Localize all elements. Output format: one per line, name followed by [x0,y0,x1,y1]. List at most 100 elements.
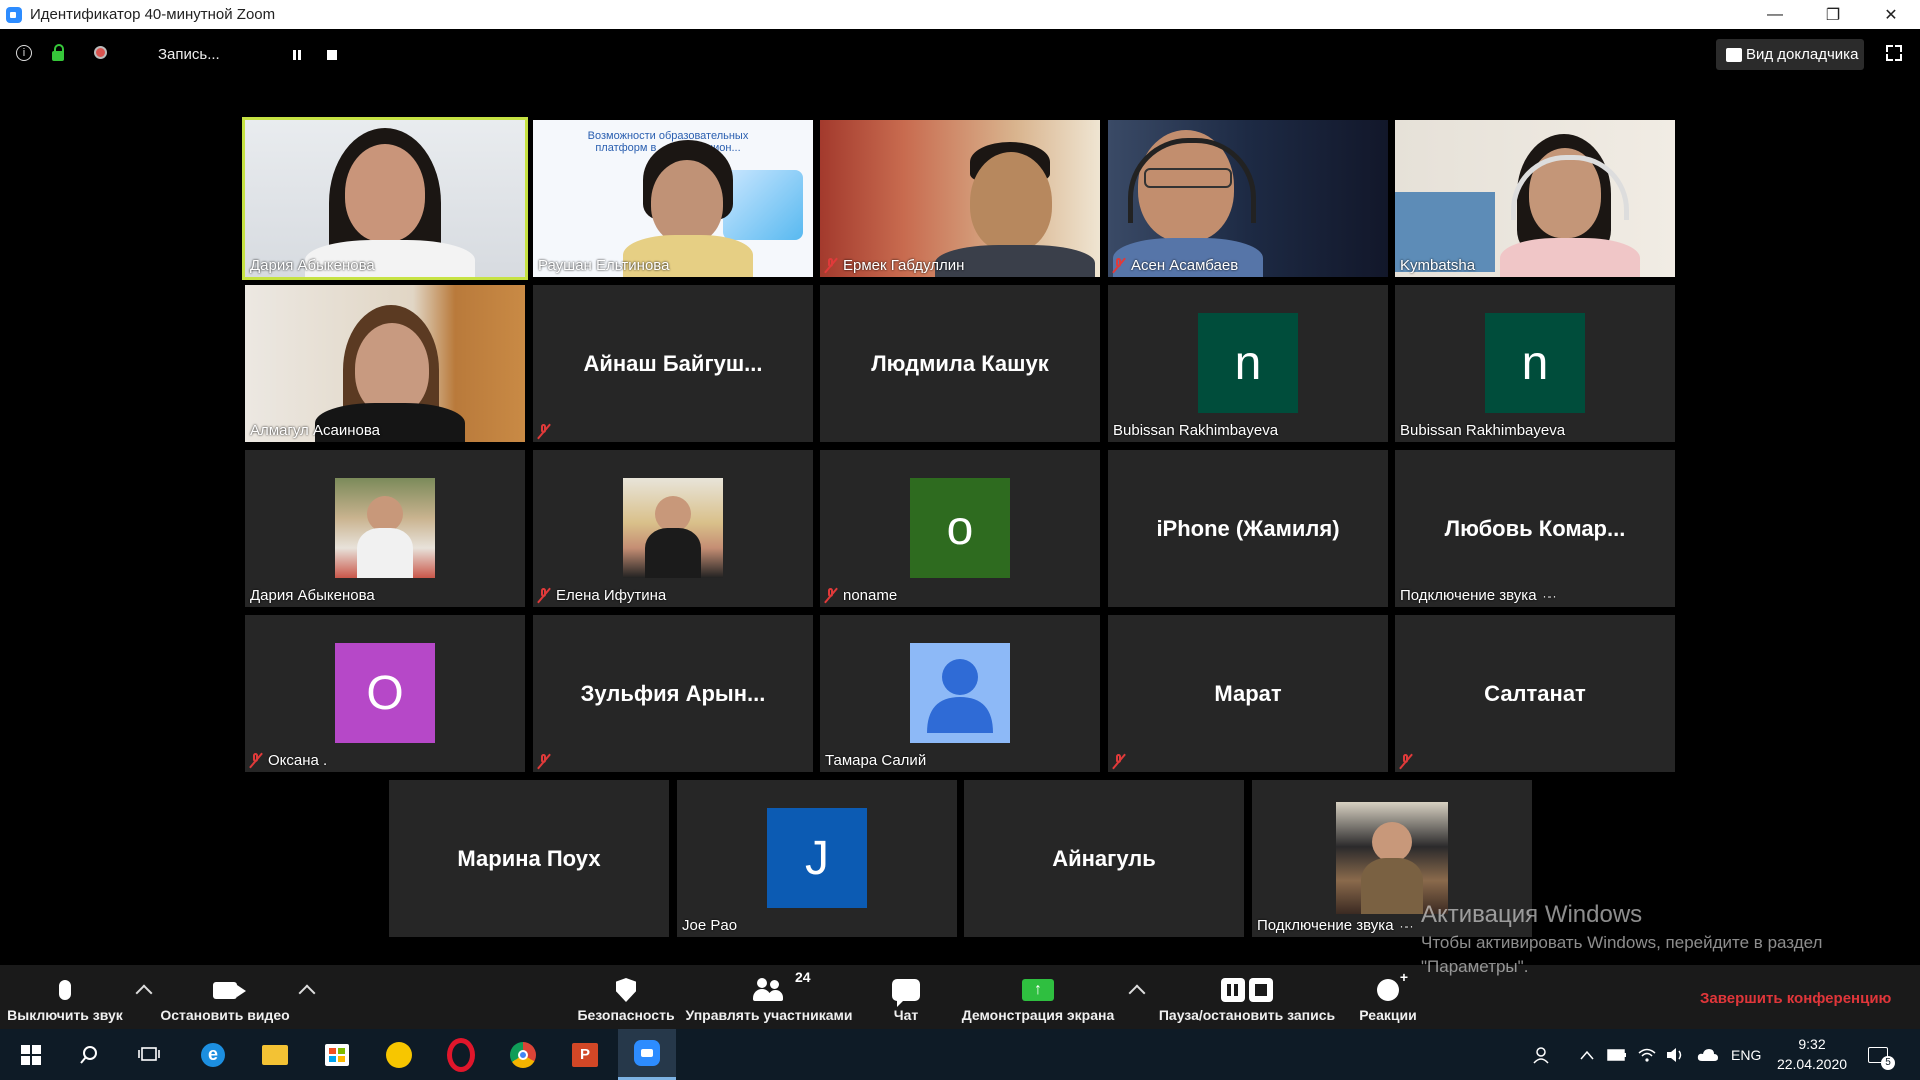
info-icon[interactable]: i [16,45,32,61]
participant-tile[interactable]: Дария Абыкенова [245,450,525,607]
participant-name-label: Joe Pao [682,917,737,934]
reactions-button[interactable]: Реакции [1350,965,1426,1029]
start-button[interactable] [2,1029,60,1080]
security-button[interactable]: Безопасность [577,965,675,1029]
avatar-letter: O [366,666,404,720]
stop-video-button[interactable]: Остановить видео [158,965,292,1029]
meeting-top-bar: i Запись... Вид докладчика [0,29,1920,79]
wifi-tray-icon[interactable] [1638,1029,1656,1080]
participant-tile[interactable]: Людмила Кашук [820,285,1100,442]
audio-options-chevron-icon[interactable] [135,984,153,1002]
language-indicator[interactable]: ENG [1731,1029,1761,1080]
windows-taskbar: e P ENG 9:32 22.04.2020 5 [0,1029,1920,1080]
participant-tile[interactable]: Тамара Салий [820,615,1100,772]
participant-tile[interactable]: iPhone (Жамиля) [1108,450,1388,607]
chrome-app-button[interactable] [494,1029,552,1080]
participant-photo [623,478,723,578]
zoom-logo-icon [6,6,22,23]
participant-tile[interactable]: o noname [820,450,1100,607]
chevron-up-icon [1580,1050,1594,1059]
participant-tile[interactable]: Зульфия Арын... [533,615,813,772]
participant-name-label: Подключение звука ·-· [1400,587,1558,604]
avatar-letter: n [1521,336,1549,390]
participant-name: Дария Абыкенова [250,257,375,274]
recording-label: Запись... [158,46,220,63]
participant-name-label: Подключение звука ·-· [1257,917,1415,934]
powerpoint-icon: P [572,1042,598,1067]
pause-stop-recording-button[interactable]: Пауза/остановить запись [1156,965,1338,1029]
chat-button[interactable]: Чат [870,965,942,1029]
wifi-icon [1638,1048,1656,1062]
participant-name-label [538,754,556,769]
participant-name-label: Bubissan Rakhimbayeva [1400,422,1565,439]
minimize-button[interactable]: — [1746,0,1804,29]
pause-stop-recording-icon [1221,978,1273,1002]
file-explorer-button[interactable] [246,1029,304,1080]
participant-center-name: Марат [1214,680,1282,706]
participant-tile[interactable]: Любовь Комар... Подключение звука ·-· [1395,450,1675,607]
participant-photo [1336,802,1448,914]
participant-center-name: Айнагуль [1052,845,1156,871]
task-view-button[interactable] [120,1029,178,1080]
zoom-app-button[interactable] [618,1029,676,1080]
speaker-view-button[interactable]: Вид докладчика [1716,39,1864,70]
close-button[interactable]: ✕ [1862,0,1920,29]
muted-microphone-icon [1113,754,1125,769]
muted-microphone-icon [538,754,550,769]
participant-name-label: Асен Асамбаев [1113,257,1238,274]
emoji-app-button[interactable] [370,1029,428,1080]
fullscreen-icon[interactable] [1886,45,1902,61]
muted-microphone-icon [538,424,550,439]
participant-tile[interactable]: n Bubissan Rakhimbayeva [1108,285,1388,442]
share-options-chevron-icon[interactable] [1128,984,1146,1002]
battery-tray-icon[interactable] [1607,1029,1627,1080]
connecting-dots-icon: ·-· [1399,918,1415,933]
video-options-chevron-icon[interactable] [298,984,316,1002]
participant-name: Joe Pao [682,917,738,934]
participant-tile[interactable]: Алмагул Асаинова [245,285,525,442]
share-screen-button[interactable]: ↑ Демонстрация экрана [958,965,1118,1029]
participant-tile[interactable]: Айнагуль [964,780,1244,937]
participant-tile[interactable]: Айнаш Байгуш... [533,285,813,442]
stop-recording-icon[interactable] [327,50,337,60]
participant-tile[interactable]: Ермек Габдуллин [820,120,1100,277]
onedrive-tray-icon[interactable] [1697,1029,1719,1080]
end-meeting-button[interactable]: Завершить конференцию [1700,990,1891,1007]
encryption-lock-icon[interactable] [52,44,64,61]
opera-app-button[interactable] [432,1029,490,1080]
participant-tile[interactable]: J Joe Pao [677,780,957,937]
mute-button[interactable]: Выключить звук [0,965,130,1029]
action-center-button[interactable]: 5 [1868,1029,1895,1080]
participants-button[interactable]: 24 Управлять участниками [684,965,854,1029]
participant-tile[interactable]: Марина Поух [389,780,669,937]
store-icon [325,1043,349,1066]
mute-label: Выключить звук [7,1007,123,1023]
people-tray-icon[interactable] [1532,1029,1550,1080]
participant-center-name: Марина Поух [457,845,601,871]
pause-recording-icon[interactable] [292,50,302,60]
zoom-icon [634,1040,660,1066]
restore-button[interactable]: ❐ [1804,0,1862,29]
participant-tile[interactable]: Дария Абыкенова [242,117,528,280]
taskbar-clock[interactable]: 9:32 22.04.2020 [1774,1034,1850,1074]
participant-name: Bubissan Rakhimbayeva [1400,422,1566,439]
participant-tile[interactable]: O Оксана . [245,615,525,772]
search-button[interactable] [60,1029,118,1080]
participant-tile[interactable]: Kymbatsha [1395,120,1675,277]
participant-name: Kymbatsha [1400,257,1476,274]
participant-tile[interactable]: Марат [1108,615,1388,772]
participant-name-label [1113,754,1131,769]
edge-app-button[interactable]: e [184,1029,242,1080]
volume-tray-icon[interactable] [1666,1029,1686,1080]
participant-tile[interactable]: Возможности образовательных платформ в .… [533,120,813,277]
show-hidden-icons-chevron[interactable] [1580,1029,1594,1080]
participant-tile[interactable]: Асен Асамбаев [1108,120,1388,277]
participant-tile[interactable]: Салтанат [1395,615,1675,772]
participant-tile[interactable]: Елена Ифутина [533,450,813,607]
reactions-icon [1377,969,1408,1001]
participant-tile[interactable]: n Bubissan Rakhimbayeva [1395,285,1675,442]
store-app-button[interactable] [308,1029,366,1080]
participant-name: Алмагул Асаинова [250,422,380,439]
stop-video-label: Остановить видео [160,1007,290,1023]
powerpoint-app-button[interactable]: P [556,1029,614,1080]
